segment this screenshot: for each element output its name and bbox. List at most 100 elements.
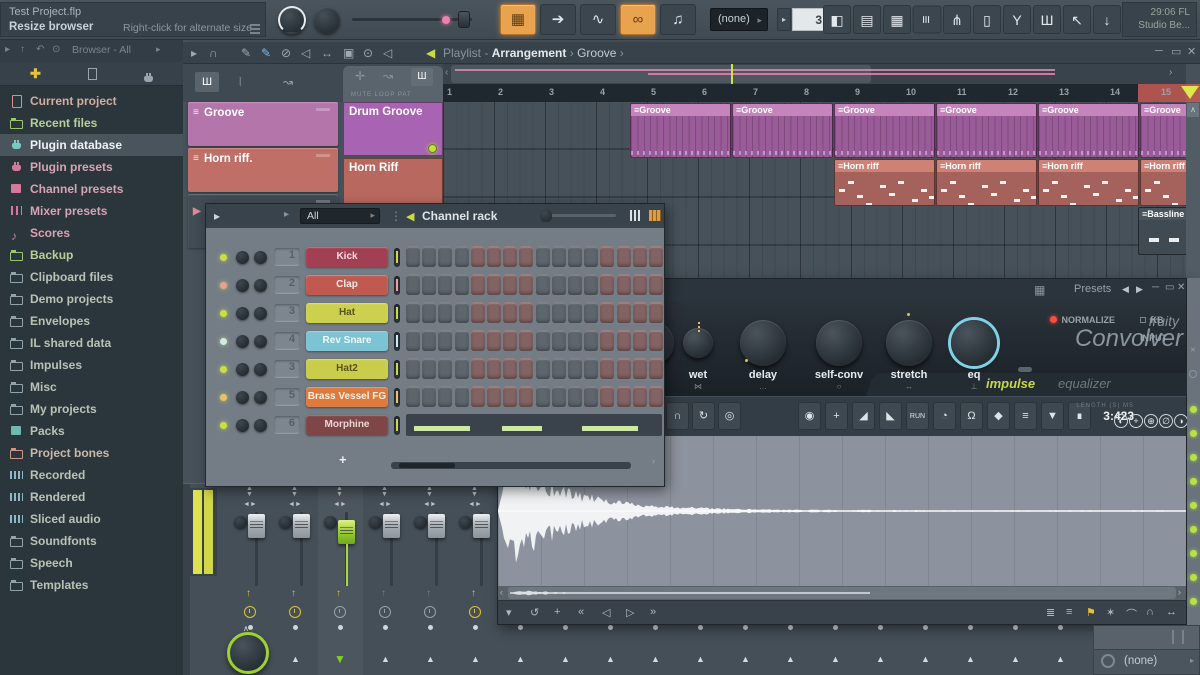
collapse-icon[interactable]: ▸	[5, 44, 10, 55]
channel-pan-knob[interactable]	[236, 419, 249, 432]
step-cell[interactable]	[633, 330, 647, 351]
track-header-groove[interactable]: ≡Groove	[188, 102, 338, 146]
close-button[interactable]: ✕	[1187, 45, 1196, 58]
channel-pan-knob[interactable]	[236, 251, 249, 264]
wet-knob[interactable]	[683, 328, 713, 358]
step-cell[interactable]	[617, 386, 631, 407]
strip-leftright-icon[interactable]: ◄►	[243, 501, 257, 508]
step-cell[interactable]	[649, 358, 663, 379]
strip-up-arrow[interactable]: ▲	[831, 654, 840, 664]
browser-item-backup[interactable]: Backup	[0, 244, 183, 266]
step-cell[interactable]	[406, 246, 420, 267]
track-header-hornriff[interactable]: ≡Horn riff.	[188, 148, 338, 192]
strip-up-arrow[interactable]: ▲	[426, 654, 435, 664]
loop-select-icon[interactable]: ↔	[1166, 606, 1177, 618]
browser-item-channel-presets[interactable]: Channel presets	[0, 178, 183, 200]
minimize-button[interactable]: ─	[1155, 45, 1163, 57]
step-cell[interactable]	[422, 246, 436, 267]
move-icon[interactable]: +	[554, 606, 560, 618]
step-cell[interactable]	[487, 386, 501, 407]
strip-leftright-icon[interactable]: ◄►	[378, 501, 392, 508]
step-cell[interactable]	[649, 330, 663, 351]
prev-marker-icon[interactable]: «	[578, 606, 584, 618]
plugins-tab-icon[interactable]	[142, 72, 155, 83]
audio-clip-source-icon[interactable]: ⦚	[239, 76, 242, 88]
channel-pan-knob[interactable]	[236, 335, 249, 348]
mixer-track-number[interactable]: 5	[274, 388, 300, 406]
step-cell[interactable]	[519, 302, 533, 323]
fx-slot-knob[interactable]	[1101, 654, 1115, 668]
step-cell[interactable]	[438, 386, 452, 407]
step-cell[interactable]	[584, 246, 598, 267]
mixer-track-number[interactable]: 1	[274, 248, 300, 266]
channel-volume-knob[interactable]	[254, 251, 267, 264]
blur-drop-button[interactable]: ◆	[987, 402, 1010, 430]
horn-riff-clip[interactable]: ≡Horn riff	[834, 159, 935, 206]
track-play-icon[interactable]: ▶	[193, 206, 201, 217]
step-cell[interactable]	[422, 274, 436, 295]
graph-editor-icon[interactable]	[630, 210, 642, 221]
step-cell[interactable]	[455, 246, 469, 267]
step-cell[interactable]	[584, 302, 598, 323]
pencil-tool-icon[interactable]: ✎	[241, 46, 251, 60]
strip-select-arrow[interactable]: ▼	[334, 652, 346, 666]
step-cell[interactable]	[406, 274, 420, 295]
strip-up-arrow[interactable]: ▲	[471, 654, 480, 664]
search-icon[interactable]: ⊙	[52, 44, 60, 55]
browser-menu-arrow[interactable]: ▸	[156, 44, 161, 55]
step-cell[interactable]	[519, 246, 533, 267]
channel-mute-led[interactable]	[394, 304, 400, 323]
fx-slot-led[interactable]	[1190, 526, 1197, 533]
strip-updown-icon[interactable]: ▲ ▼	[291, 486, 298, 498]
back-icon[interactable]: ↶	[36, 44, 44, 55]
seek-cross-button[interactable]: +	[825, 402, 848, 430]
magnet-snap-icon[interactable]: ∩	[209, 46, 218, 60]
mixer-track-number[interactable]: 6	[274, 416, 300, 434]
channel-volume-knob[interactable]	[254, 363, 267, 376]
step-cell[interactable]	[600, 274, 614, 295]
channel-enable-led[interactable]	[220, 422, 227, 429]
mixer-strip[interactable]: ▲ ▼◄►↑▼	[318, 484, 363, 675]
channel-volume-knob[interactable]	[254, 335, 267, 348]
strip-updown-icon[interactable]: ▲ ▼	[471, 486, 478, 498]
center-button[interactable]: +	[1129, 414, 1143, 428]
step-cell[interactable]	[503, 330, 517, 351]
step-cell[interactable]	[649, 302, 663, 323]
step-cell[interactable]	[503, 274, 517, 295]
channel-volume-knob[interactable]	[254, 419, 267, 432]
fader-handle[interactable]	[428, 514, 445, 538]
maximize-button[interactable]: ▭	[1171, 45, 1181, 58]
detach-arrow-icon[interactable]: ▸	[191, 46, 197, 60]
step-cell[interactable]	[519, 386, 533, 407]
dual-list-icon[interactable]: ≡	[1066, 606, 1072, 618]
export-button[interactable]: ↓	[1093, 5, 1121, 34]
step-cell[interactable]	[536, 358, 550, 379]
main-volume-knob[interactable]	[278, 6, 306, 34]
step-cell[interactable]	[422, 302, 436, 323]
groove-clip[interactable]: ≡Groove	[630, 103, 731, 158]
channel-enable-led[interactable]	[220, 282, 227, 289]
browser-item-plugin-database[interactable]: Plugin database	[0, 134, 183, 156]
ramp-up-button[interactable]: ◢	[852, 402, 875, 430]
main-pitch-knob[interactable]	[314, 7, 340, 33]
browser-item-il-shared-data[interactable]: IL shared data	[0, 332, 183, 354]
channel-name-button[interactable]: Hat2	[306, 359, 388, 379]
strip-clock-icon[interactable]	[424, 606, 436, 618]
select-tool-icon[interactable]: ▣	[343, 46, 354, 60]
step-cell[interactable]	[584, 330, 598, 351]
piano-clip-source-icon[interactable]: Ш	[195, 72, 219, 92]
channel-enable-led[interactable]	[220, 254, 227, 261]
eq-knob[interactable]	[951, 320, 997, 366]
channel-mute-led[interactable]	[394, 276, 400, 295]
channel-name-button[interactable]: Brass Vessel FG	[306, 387, 388, 407]
step-cell[interactable]	[633, 302, 647, 323]
step-cell[interactable]	[536, 330, 550, 351]
playlist-view-button[interactable]: ◧	[823, 5, 851, 34]
strip-updown-icon[interactable]: ▲ ▼	[336, 486, 343, 498]
channel-name-button[interactable]: Morphine	[306, 415, 388, 435]
mixer-strip[interactable]: ▲ ▼◄►↑▲	[273, 484, 318, 675]
channel-pan-knob[interactable]	[236, 279, 249, 292]
tempo-slider[interactable]	[352, 18, 472, 21]
strip-updown-icon[interactable]: ▲ ▼	[426, 486, 433, 498]
snowflake-freeze-icon[interactable]: ✶	[1106, 606, 1115, 619]
